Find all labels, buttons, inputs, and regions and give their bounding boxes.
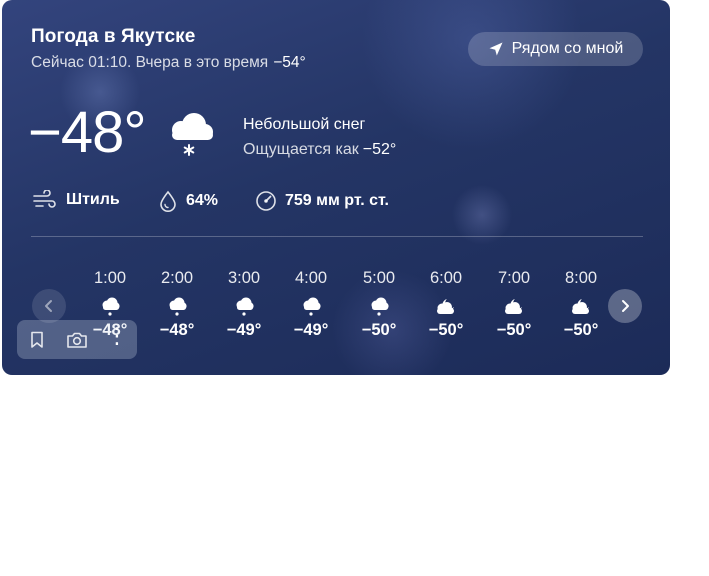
camera-button[interactable] [57,320,97,359]
droplet-icon [160,190,176,212]
cloud-moon-icon [547,294,615,320]
pressure-value: 759 мм рт. ст. [285,192,389,209]
humidity-metric: 64% [158,190,218,212]
hour-temp: −49° [293,321,329,339]
cloud-snow-icon [143,294,211,320]
bookmark-icon [31,331,43,348]
wind-metric: Штиль [32,190,120,210]
wind-icon [33,190,56,208]
hourly-item[interactable]: 7:00 −50° [480,268,548,340]
cloud-snow-icon [210,294,278,320]
divider [31,236,643,237]
weather-card: Погода в Якутске Сейчас 01:10. Вчера в э… [2,0,670,375]
yesterday-temp: −54° [273,54,306,71]
chevron-right-icon [622,300,629,312]
hour-time: 2:00 [160,269,194,287]
feels-like-temp: −52° [362,141,397,158]
hour-temp: −48° [159,321,195,339]
nearby-button-label: Рядом со мной [511,40,624,57]
hour-temp: −50° [563,321,599,339]
condition-text: Небольшой снег [243,116,366,133]
hour-time: 5:00 [362,269,396,287]
cloud-snow-icon [76,294,144,320]
overlay-toolbar: ⋮ [17,320,137,359]
cloud-moon-icon [480,294,548,320]
hour-temp: −50° [428,321,464,339]
page-title[interactable]: Погода в Якутске [31,26,195,48]
more-icon: ⋮ [106,322,128,348]
cloud-moon-icon [412,294,480,320]
pressure-metric: 759 мм рт. ст. [255,190,389,212]
bookmark-button[interactable] [17,320,57,359]
wind-value: Штиль [66,191,120,208]
hour-time: 8:00 [564,269,598,287]
hour-time: 4:00 [294,269,328,287]
current-temperature: −48° [28,100,147,165]
cloud-snow-icon [164,110,216,165]
hour-time: 3:00 [227,269,261,287]
nearby-button[interactable]: Рядом со мной [468,32,643,66]
feels-like: Ощущается как −52° [243,141,396,159]
humidity-value: 64% [186,192,219,209]
hour-time: 7:00 [497,269,531,287]
feels-like-label: Ощущается как [243,141,359,158]
hourly-prev-button[interactable] [32,289,66,323]
hourly-item[interactable]: 6:00 −50° [412,268,480,340]
location-arrow-icon [489,42,503,56]
gauge-icon [256,191,276,211]
camera-icon [67,332,87,348]
hour-temp: −50° [361,321,397,339]
now-text: Сейчас 01:10. Вчера в это время [31,54,269,71]
cloud-snow-icon [277,294,345,320]
hour-time: 1:00 [93,269,127,287]
hourly-item[interactable]: 2:00 −48° [143,268,211,340]
chevron-left-icon [45,300,52,312]
hour-time: 6:00 [429,269,463,287]
hour-temp: −49° [226,321,262,339]
hourly-item[interactable]: 4:00 −49° [277,268,345,340]
hourly-item[interactable]: 5:00 −50° [345,268,413,340]
now-subtitle: Сейчас 01:10. Вчера в это время −54° [31,54,306,72]
cloud-snow-icon [345,294,413,320]
more-button[interactable]: ⋮ [97,320,137,359]
hourly-item[interactable]: 8:00 −50° [547,268,615,340]
hour-temp: −50° [496,321,532,339]
hourly-item[interactable]: 3:00 −49° [210,268,278,340]
hourly-next-button[interactable] [608,289,642,323]
